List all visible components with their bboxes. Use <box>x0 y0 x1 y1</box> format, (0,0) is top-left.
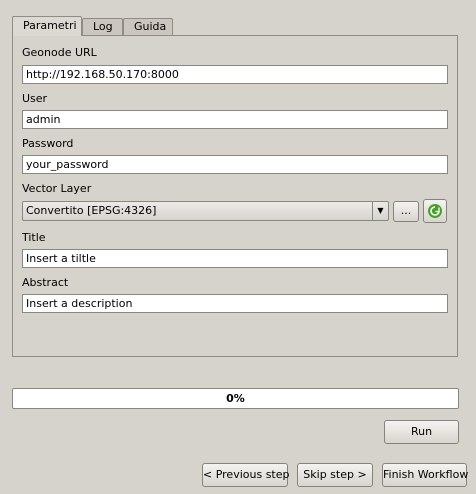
geonode-url-label: Geonode URL <box>22 46 97 59</box>
browse-layer-button[interactable]: ... <box>393 201 419 222</box>
user-label: User <box>22 92 48 105</box>
tab-log[interactable]: Log <box>82 18 123 35</box>
title-input[interactable]: Insert a tiltle <box>22 249 448 268</box>
progress-bar: 0% <box>12 388 459 409</box>
tab-parametri[interactable]: Parametri <box>12 16 82 36</box>
vector-layer-value: Convertito [EPSG:4326] <box>26 204 157 217</box>
skip-step-button[interactable]: Skip step > <box>297 463 373 487</box>
previous-step-button[interactable]: < Previous step <box>202 463 290 487</box>
user-input[interactable]: admin <box>22 110 448 129</box>
geonode-url-input[interactable]: http://192.168.50.170:8000 <box>22 65 448 84</box>
refresh-layers-button[interactable] <box>423 199 447 223</box>
chevron-down-icon[interactable]: ▼ <box>372 202 388 220</box>
password-label: Password <box>22 137 74 150</box>
run-button[interactable]: Run <box>384 420 459 444</box>
vector-layer-label: Vector Layer <box>22 182 92 195</box>
abstract-label: Abstract <box>22 276 69 289</box>
abstract-input[interactable]: Insert a description <box>22 294 448 313</box>
progress-percent: 0% <box>226 392 245 405</box>
password-input[interactable]: your_password <box>22 155 448 174</box>
refresh-icon <box>428 204 442 218</box>
finish-workflow-button[interactable]: Finish Workflow <box>382 463 468 487</box>
vector-layer-select[interactable]: Convertito [EPSG:4326] ▼ <box>22 201 389 221</box>
title-label: Title <box>22 231 46 244</box>
tab-guida[interactable]: Guida <box>123 18 173 35</box>
